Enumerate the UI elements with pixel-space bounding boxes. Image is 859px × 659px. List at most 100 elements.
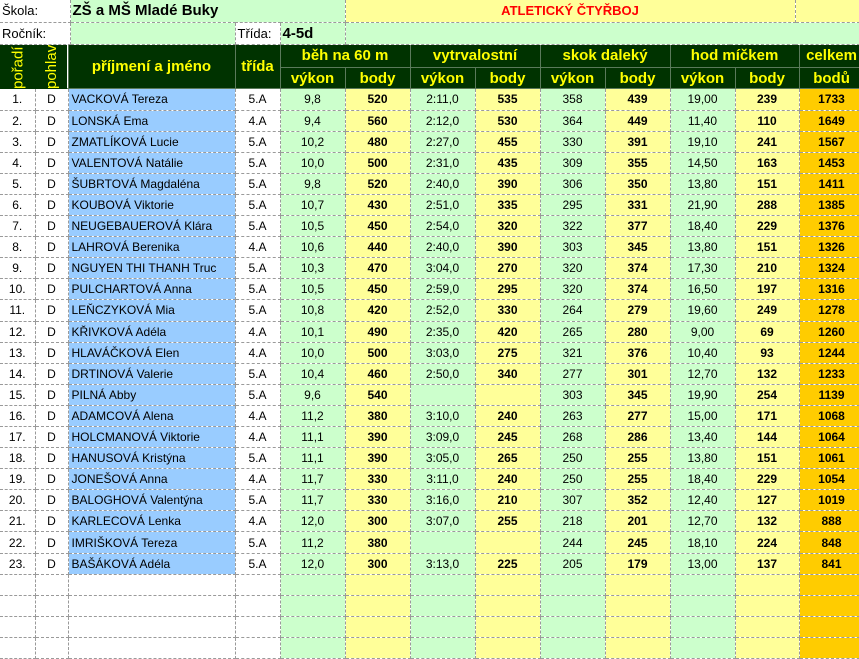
total-cell[interactable]: 1324: [799, 257, 859, 280]
throw-pts-cell[interactable]: 69: [735, 321, 800, 343]
empty-cell[interactable]: [475, 616, 541, 638]
throw-perf-cell[interactable]: 19,00: [670, 89, 736, 111]
end-pts-cell[interactable]: [475, 384, 541, 406]
name-cell[interactable]: VALENTOVÁ Natálie: [68, 152, 236, 174]
run-pts-cell[interactable]: 450: [345, 278, 411, 301]
name-cell[interactable]: LEŇCZYKOVÁ Mia: [68, 299, 236, 322]
end-pts-cell[interactable]: 435: [475, 152, 541, 174]
jump-perf-cell[interactable]: 265: [540, 321, 606, 343]
jump-perf-cell[interactable]: 364: [540, 110, 606, 132]
end-perf-cell[interactable]: 3:07,0: [410, 510, 476, 533]
gender-cell[interactable]: D: [35, 257, 69, 280]
name-cell[interactable]: ADAMCOVÁ Alena: [68, 405, 236, 428]
jump-perf-cell[interactable]: 320: [540, 278, 606, 301]
gender-cell[interactable]: D: [35, 342, 69, 364]
class-cell[interactable]: 4.A: [235, 236, 281, 259]
class-cell[interactable]: 5.A: [235, 257, 281, 280]
run-perf-cell[interactable]: 10,8: [280, 299, 346, 322]
class-cell[interactable]: 4.A: [235, 468, 281, 491]
end-pts-cell[interactable]: 390: [475, 173, 541, 195]
gender-cell[interactable]: D: [35, 426, 69, 449]
jump-pts-cell[interactable]: 280: [605, 321, 671, 343]
run-perf-cell[interactable]: 11,7: [280, 489, 346, 512]
gender-cell[interactable]: D: [35, 531, 69, 554]
end-perf-cell[interactable]: 3:13,0: [410, 553, 476, 575]
class-cell[interactable]: 5.A: [235, 89, 281, 111]
end-perf-cell[interactable]: 3:16,0: [410, 489, 476, 512]
run-pts-cell[interactable]: 440: [345, 236, 411, 259]
name-cell[interactable]: BAŠÁKOVÁ Adéla: [68, 553, 236, 575]
empty-cell[interactable]: [0, 616, 36, 638]
empty-cell[interactable]: [68, 616, 236, 638]
jump-perf-cell[interactable]: 250: [540, 447, 606, 470]
class-cell[interactable]: 5.A: [235, 553, 281, 575]
rank-cell[interactable]: 2.: [0, 110, 36, 132]
class-empty-cell[interactable]: [345, 22, 859, 45]
run-pts-cell[interactable]: 330: [345, 489, 411, 512]
empty-cell[interactable]: [475, 637, 541, 659]
throw-pts-cell[interactable]: 151: [735, 236, 800, 259]
end-pts-cell[interactable]: 535: [475, 89, 541, 111]
rank-cell[interactable]: 7.: [0, 215, 36, 238]
run-perf-cell[interactable]: 9,8: [280, 89, 346, 111]
empty-cell[interactable]: [605, 595, 671, 617]
empty-cell[interactable]: [735, 637, 800, 659]
run-pts-cell[interactable]: 300: [345, 510, 411, 533]
throw-pts-cell[interactable]: 229: [735, 468, 800, 491]
end-pts-cell[interactable]: 225: [475, 553, 541, 575]
empty-cell[interactable]: [670, 574, 736, 596]
gender-cell[interactable]: D: [35, 152, 69, 174]
empty-cell[interactable]: [799, 574, 859, 596]
empty-cell[interactable]: [35, 574, 69, 596]
rank-cell[interactable]: 23.: [0, 553, 36, 575]
end-pts-cell[interactable]: 240: [475, 405, 541, 428]
name-cell[interactable]: LONSKÁ Ema: [68, 110, 236, 132]
jump-pts-cell[interactable]: 355: [605, 152, 671, 174]
end-pts-cell[interactable]: 265: [475, 447, 541, 470]
jump-pts-cell[interactable]: 374: [605, 257, 671, 280]
throw-perf-cell[interactable]: 13,00: [670, 553, 736, 575]
run-perf-cell[interactable]: 10,3: [280, 257, 346, 280]
throw-pts-cell[interactable]: 210: [735, 257, 800, 280]
jump-pts-cell[interactable]: 377: [605, 215, 671, 238]
gender-cell[interactable]: D: [35, 173, 69, 195]
jump-perf-cell[interactable]: 330: [540, 131, 606, 153]
gender-cell[interactable]: D: [35, 215, 69, 238]
empty-cell[interactable]: [735, 595, 800, 617]
throw-perf-cell[interactable]: 18,10: [670, 531, 736, 554]
run-perf-cell[interactable]: 10,5: [280, 215, 346, 238]
throw-perf-cell[interactable]: 18,40: [670, 215, 736, 238]
end-perf-cell[interactable]: 2:12,0: [410, 110, 476, 132]
run-pts-cell[interactable]: 390: [345, 426, 411, 449]
throw-pts-cell[interactable]: 288: [735, 194, 800, 217]
jump-perf-cell[interactable]: 306: [540, 173, 606, 195]
throw-pts-cell[interactable]: 132: [735, 510, 800, 533]
gender-cell[interactable]: D: [35, 405, 69, 428]
total-cell[interactable]: 1139: [799, 384, 859, 406]
total-cell[interactable]: 1326: [799, 236, 859, 259]
rank-cell[interactable]: 8.: [0, 236, 36, 259]
rank-cell[interactable]: 17.: [0, 426, 36, 449]
run-pts-cell[interactable]: 450: [345, 215, 411, 238]
end-pts-cell[interactable]: 320: [475, 215, 541, 238]
total-cell[interactable]: 1260: [799, 321, 859, 343]
empty-cell[interactable]: [345, 574, 411, 596]
run-pts-cell[interactable]: 460: [345, 363, 411, 385]
throw-pts-cell[interactable]: 151: [735, 447, 800, 470]
end-pts-cell[interactable]: 390: [475, 236, 541, 259]
class-cell[interactable]: 5.A: [235, 531, 281, 554]
total-cell[interactable]: 1567: [799, 131, 859, 153]
empty-cell[interactable]: [68, 574, 236, 596]
name-cell[interactable]: ŠUBRTOVÁ Magdaléna: [68, 173, 236, 195]
class-cell[interactable]: 5.A: [235, 152, 281, 174]
gender-cell[interactable]: D: [35, 384, 69, 406]
end-pts-cell[interactable]: 295: [475, 278, 541, 301]
end-pts-cell[interactable]: 255: [475, 510, 541, 533]
jump-perf-cell[interactable]: 295: [540, 194, 606, 217]
name-cell[interactable]: HANUSOVÁ Kristýna: [68, 447, 236, 470]
throw-perf-cell[interactable]: 19,60: [670, 299, 736, 322]
run-perf-cell[interactable]: 10,1: [280, 321, 346, 343]
total-cell[interactable]: 1061: [799, 447, 859, 470]
jump-perf-cell[interactable]: 268: [540, 426, 606, 449]
run-perf-cell[interactable]: 12,0: [280, 553, 346, 575]
